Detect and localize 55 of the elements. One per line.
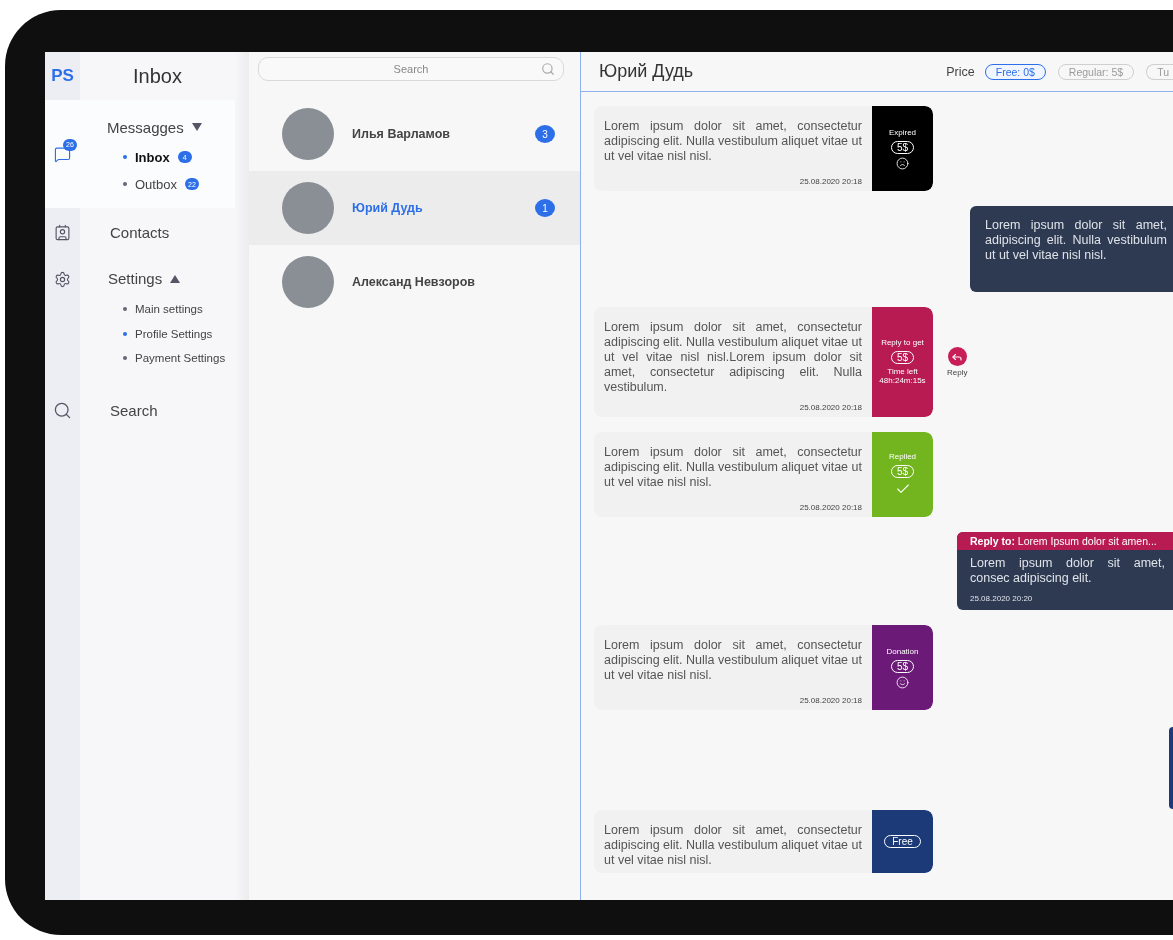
message-text: Lorem ipsum dolor sit amet, adipiscing elit. Nulla vestibulum ut ut vel vitae nisl nisl. — [984, 217, 1168, 264]
nav-subitem[interactable]: Profile Settings — [135, 327, 213, 340]
nav-subitem[interactable]: Main settings — [135, 303, 203, 316]
nav-item[interactable]: Settings — [108, 270, 181, 287]
message-text: Lorem ipsum dolor sit amet, consectetur adipiscing elit. Nulla vestibulum aliquet vitae ut ut vel vitae nisl nisl. — [604, 823, 862, 868]
nav-subitem[interactable]: Outbox — [135, 176, 177, 192]
nav-subitem[interactable]: Payment Settings — [135, 352, 226, 365]
message-text: Lorem ipsum dolor sit amet, consectetur adipiscing elit. Nulla vestibulum aliquet vitae ut ut vel vitae nisl nisl. — [604, 638, 862, 683]
price-chip[interactable]: Free: 0$ — [984, 63, 1046, 80]
contact-name: Александ Невзоров — [352, 275, 477, 289]
contact-row[interactable]: Юрий Дудь 1 — [249, 171, 580, 245]
nav-subitem[interactable]: Inbox — [135, 149, 170, 165]
settings-icon[interactable] — [54, 271, 71, 288]
tag-label: Replied — [888, 452, 917, 462]
tag-label: Donation — [886, 646, 919, 657]
message-time: 25.08.2020 20:18 — [799, 177, 862, 186]
price-label: Price — [946, 64, 975, 79]
nav-item[interactable]: Search — [110, 402, 158, 419]
tag-label: Expired — [888, 127, 917, 138]
unread-badge: 1 — [535, 199, 555, 217]
timer-value: 48h:24m:15s — [879, 376, 926, 386]
nav-item[interactable]: Messagges — [107, 118, 202, 136]
search-icon[interactable] — [53, 401, 72, 420]
message-time: 25.08.2020 20:18 — [799, 696, 862, 705]
contact-row[interactable]: Александ Невзоров — [249, 245, 580, 319]
chat-title: Юрий Дудь — [599, 61, 695, 82]
avatar-placeholder — [282, 108, 334, 160]
avatar-placeholder — [282, 256, 334, 308]
message-text: Lorem ipsum dolor sit amet, consectetur adipiscing elit. Nulla vestibulum aliquet vitae ut ut vel vitae nisl nisl. — [604, 119, 862, 164]
contact-name: Юрий Дудь — [352, 201, 424, 215]
timer-label: Time left — [887, 367, 918, 377]
search-field[interactable]: Search — [258, 57, 564, 81]
contact-name: Илья Варламов — [352, 127, 451, 141]
unread-badge: 3 — [535, 125, 555, 143]
sad-face-icon — [896, 156, 909, 170]
message-time: 25.08.2020 20:20 — [969, 594, 1033, 605]
tag-label: Reply to get — [881, 338, 924, 348]
caret-icon[interactable] — [191, 123, 202, 131]
nav-item[interactable]: Contacts — [110, 223, 170, 241]
message-text: Lorem ipsum dolor sit amet, consectetur adipiscing elit. Nulla vestibulum aliquet vitae ut ut vel vitae nisl nisl. — [604, 445, 862, 490]
message-time: 25.08.2020 20:18 — [799, 503, 862, 512]
reply-label: Reply — [947, 368, 968, 377]
message-text: Lorem ipsum dolor sit amet, consec adipiscing elit. — [969, 555, 1166, 586]
contact-row[interactable]: Илья Варламов 3 — [249, 97, 580, 171]
chat-icon[interactable] — [54, 145, 71, 163]
message-time: 25.08.2020 20:18 — [799, 403, 862, 412]
page-title: Inbox — [133, 64, 182, 88]
avatar-placeholder — [282, 182, 334, 234]
smiley-icon — [896, 675, 909, 689]
reply-quote: Reply to: Lorem Ipsum dolor sit amen... — [957, 532, 1173, 550]
reply-button[interactable] — [947, 347, 967, 366]
message-text: Lorem ipsum dolor sit amet, consectetur adipiscing elit. Nulla vestibulum aliquet vitae ut ut vel vitae nisl nisl.Lorem ipsum dolor sit amet, consectetur adipiscing elit. Nulla vestibulum. — [604, 320, 862, 395]
logo: PS — [51, 66, 74, 86]
contact-book-icon[interactable] — [54, 223, 71, 241]
caret-icon[interactable] — [170, 274, 181, 283]
